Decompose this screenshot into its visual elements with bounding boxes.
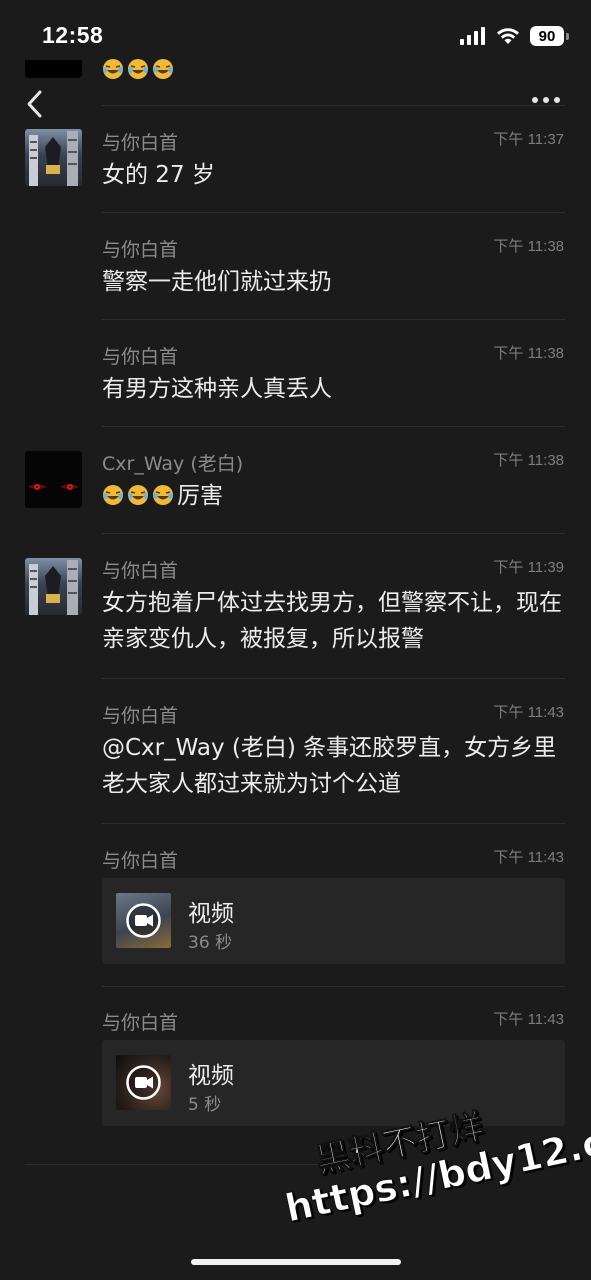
message-text: 女方抱着尸体过去找男方，但警察不让，现在亲家变仇人，被报复，所以报警 [102, 590, 562, 652]
previous-avatar-fragment [25, 60, 82, 78]
message-text: @Cxr_Way (老白) 条事还胶罗直，女方乡里老大家人都过来就为讨个公道 [102, 735, 557, 797]
video-title: 视频 [188, 1063, 234, 1089]
signal-icon [460, 27, 485, 45]
previous-message-emoji [102, 58, 177, 83]
building-photo [29, 131, 78, 186]
video-card[interactable]: 视频 36 秒 [102, 878, 565, 964]
sender-name: 与你白首 [102, 1012, 179, 1034]
crying-laughing-emoji-icon [103, 485, 123, 505]
message-time: 下午 11:43 [493, 704, 564, 721]
message-time: 下午 11:38 [493, 345, 564, 362]
avatar[interactable] [25, 129, 82, 186]
video-thumbnail[interactable] [116, 1055, 171, 1110]
crying-laughing-emoji-icon [153, 59, 173, 79]
crying-laughing-emoji-icon [128, 485, 148, 505]
video-duration: 36 秒 [188, 933, 233, 953]
message-time: 下午 11:43 [493, 1011, 564, 1028]
video-title: 视频 [188, 901, 234, 927]
divider [102, 533, 565, 534]
message-time: 下午 11:39 [493, 559, 564, 576]
sender-name: Cxr_Way (老白) [102, 453, 244, 475]
crying-laughing-emoji-icon [103, 59, 123, 79]
wifi-icon [497, 28, 519, 44]
message-time: 下午 11:37 [493, 131, 564, 148]
sender-name: 与你白首 [102, 132, 179, 154]
divider [102, 986, 565, 987]
back-icon[interactable] [24, 88, 48, 120]
play-video-icon [126, 1065, 161, 1100]
message-time: 下午 11:38 [493, 238, 564, 255]
status-icons: 90 [460, 24, 569, 48]
divider [102, 105, 565, 106]
status-time: 12:58 [42, 22, 104, 48]
divider [102, 319, 565, 320]
message-text: 有男方这种亲人真丢人 [102, 376, 332, 402]
video-duration: 5 秒 [188, 1095, 222, 1115]
sender-name: 与你白首 [102, 346, 179, 368]
battery-level: 90 [530, 26, 564, 46]
sender-name: 与你白首 [102, 705, 179, 727]
sender-name: 与你白首 [102, 850, 179, 872]
home-indicator[interactable] [191, 1259, 401, 1265]
avatar[interactable] [25, 558, 82, 615]
sender-name: 与你白首 [102, 560, 179, 582]
video-thumbnail[interactable] [116, 893, 171, 948]
message-time: 下午 11:43 [493, 849, 564, 866]
divider [102, 212, 565, 213]
crying-laughing-emoji-icon [128, 59, 148, 79]
divider [102, 823, 565, 824]
avatar[interactable] [25, 451, 82, 508]
crying-laughing-emoji-icon [153, 485, 173, 505]
divider [102, 426, 565, 427]
message-text: 厉害 [102, 478, 564, 514]
building-photo [29, 560, 78, 615]
message-text-content: 厉害 [177, 483, 223, 509]
status-bar: 12:58 90 [0, 0, 591, 72]
red-eyes-image [28, 484, 79, 490]
message-time: 下午 11:38 [493, 452, 564, 469]
sender-name: 与你白首 [102, 239, 179, 261]
message-text: 警察一走他们就过来扔 [102, 269, 332, 295]
play-video-icon [126, 903, 161, 938]
battery-icon: 90 [530, 26, 569, 46]
divider [102, 678, 565, 679]
message-text: 女的 27 岁 [102, 162, 215, 188]
